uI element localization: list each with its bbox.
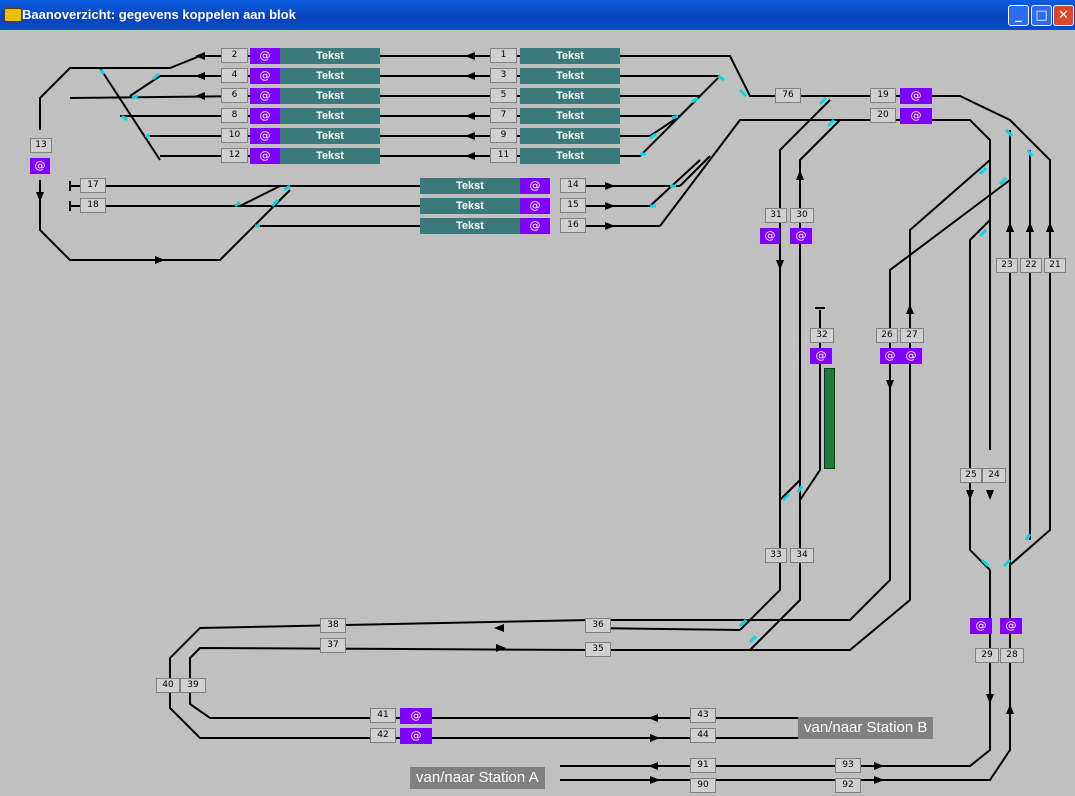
block-label-27[interactable]: 27	[900, 328, 924, 343]
block-label-10[interactable]: 10	[221, 128, 248, 143]
block-link-button-20[interactable]: @	[900, 108, 932, 124]
block-label-37[interactable]: 37	[320, 638, 346, 653]
block-label-41[interactable]: 41	[370, 708, 396, 723]
block-link-button-41[interactable]: @	[400, 708, 432, 724]
block-text-10[interactable]: Tekst	[280, 128, 380, 144]
block-label-18[interactable]: 18	[80, 198, 106, 213]
block-label-33[interactable]: 33	[765, 548, 787, 563]
close-button[interactable]: ✕	[1053, 5, 1074, 26]
block-label-22[interactable]: 22	[1020, 258, 1042, 273]
block-text-3[interactable]: Tekst	[520, 68, 620, 84]
block-label-24[interactable]: 24	[982, 468, 1006, 483]
block-label-42[interactable]: 42	[370, 728, 396, 743]
block-label-36[interactable]: 36	[585, 618, 611, 633]
block-label-7[interactable]: 7	[490, 108, 517, 123]
block-link-button-15[interactable]: @	[520, 198, 550, 214]
block-label-9[interactable]: 9	[490, 128, 517, 143]
block-link-button-8[interactable]: @	[250, 108, 280, 124]
window-title: Baanoverzicht: gegevens koppelen aan blo…	[22, 7, 296, 22]
block-text-16[interactable]: Tekst	[420, 218, 520, 234]
block-text-11[interactable]: Tekst	[520, 148, 620, 164]
block-label-92[interactable]: 92	[835, 778, 861, 793]
block-label-5[interactable]: 5	[490, 88, 517, 103]
block-label-11[interactable]: 11	[490, 148, 517, 163]
block-link-button-28[interactable]: @	[1000, 618, 1022, 634]
block-label-38[interactable]: 38	[320, 618, 346, 633]
block-label-8[interactable]: 8	[221, 108, 248, 123]
block-link-button-2[interactable]: @	[250, 48, 280, 64]
block-label-1[interactable]: 1	[490, 48, 517, 63]
block-label-39[interactable]: 39	[180, 678, 206, 693]
block-label-4[interactable]: 4	[221, 68, 248, 83]
block-link-button-27[interactable]: @	[900, 348, 922, 364]
block-link-button-10[interactable]: @	[250, 128, 280, 144]
block-label-91[interactable]: 91	[690, 758, 716, 773]
block-label-40[interactable]: 40	[156, 678, 180, 693]
block-label-25[interactable]: 25	[960, 468, 982, 483]
block-label-90[interactable]: 90	[690, 778, 716, 793]
block-link-button-26[interactable]: @	[880, 348, 900, 364]
block-link-button-16[interactable]: @	[520, 218, 550, 234]
block-label-31[interactable]: 31	[765, 208, 787, 223]
block-link-button-31[interactable]: @	[760, 228, 780, 244]
block-label-32[interactable]: 32	[810, 328, 834, 343]
block-label-6[interactable]: 6	[221, 88, 248, 103]
block-label-28[interactable]: 28	[1000, 648, 1024, 663]
block-label-15[interactable]: 15	[560, 198, 586, 213]
title-bar: Baanoverzicht: gegevens koppelen aan blo…	[0, 0, 1075, 30]
block-label-14[interactable]: 14	[560, 178, 586, 193]
block-link-button-13[interactable]: @	[30, 158, 50, 174]
occupied-block-indicator	[824, 368, 835, 469]
block-label-29[interactable]: 29	[975, 648, 999, 663]
block-label-12[interactable]: 12	[221, 148, 248, 163]
block-label-13[interactable]: 13	[30, 138, 52, 153]
block-label-16[interactable]: 16	[560, 218, 586, 233]
block-link-button-14[interactable]: @	[520, 178, 550, 194]
station-a-label: van/naar Station A	[410, 767, 545, 789]
block-label-34[interactable]: 34	[790, 548, 814, 563]
block-link-button-4[interactable]: @	[250, 68, 280, 84]
track-layout-canvas: Tekst Tekst Tekst Tekst Tekst Tekst Teks…	[0, 30, 1075, 796]
block-text-14[interactable]: Tekst	[420, 178, 520, 194]
block-label-23[interactable]: 23	[996, 258, 1018, 273]
block-link-button-30[interactable]: @	[790, 228, 812, 244]
block-link-button-42[interactable]: @	[400, 728, 432, 744]
block-text-4[interactable]: Tekst	[280, 68, 380, 84]
minimize-button[interactable]: _	[1008, 5, 1029, 26]
block-label-43[interactable]: 43	[690, 708, 716, 723]
station-b-label: van/naar Station B	[798, 717, 934, 739]
block-label-21[interactable]: 21	[1044, 258, 1066, 273]
maximize-button[interactable]: □	[1031, 5, 1052, 26]
block-text-5[interactable]: Tekst	[520, 88, 620, 104]
block-label-93[interactable]: 93	[835, 758, 861, 773]
block-label-76[interactable]: 76	[775, 88, 801, 103]
block-label-30[interactable]: 30	[790, 208, 814, 223]
block-label-35[interactable]: 35	[585, 642, 611, 657]
block-label-20[interactable]: 20	[870, 108, 896, 123]
block-link-button-6[interactable]: @	[250, 88, 280, 104]
block-label-2[interactable]: 2	[221, 48, 248, 63]
block-text-1[interactable]: Tekst	[520, 48, 620, 64]
block-text-9[interactable]: Tekst	[520, 128, 620, 144]
block-text-8[interactable]: Tekst	[280, 108, 380, 124]
block-text-7[interactable]: Tekst	[520, 108, 620, 124]
block-label-44[interactable]: 44	[690, 728, 716, 743]
block-label-17[interactable]: 17	[80, 178, 106, 193]
block-text-6[interactable]: Tekst	[280, 88, 380, 104]
block-link-button-29[interactable]: @	[970, 618, 992, 634]
block-label-3[interactable]: 3	[490, 68, 517, 83]
block-label-26[interactable]: 26	[876, 328, 898, 343]
block-text-12[interactable]: Tekst	[280, 148, 380, 164]
block-label-19[interactable]: 19	[870, 88, 896, 103]
block-text-2[interactable]: Tekst	[280, 48, 380, 64]
block-link-button-19[interactable]: @	[900, 88, 932, 104]
block-link-button-12[interactable]: @	[250, 148, 280, 164]
block-text-15[interactable]: Tekst	[420, 198, 520, 214]
app-icon	[4, 8, 22, 22]
block-link-button-32[interactable]: @	[810, 348, 832, 364]
